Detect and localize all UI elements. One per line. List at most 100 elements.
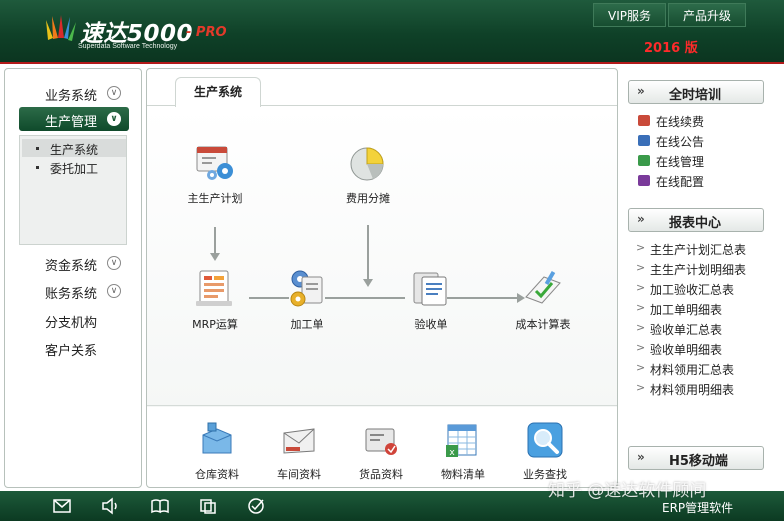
quick-business-search[interactable]: 业务查找 [505,421,585,482]
brand-pro: - PRO [186,25,227,40]
quick-label: 货品资料 [359,468,403,481]
chevron-circle-down-icon: ∨ [107,256,121,270]
quick-goods-data[interactable]: 货品资料 [341,421,421,482]
version-year: 2016 版 [644,41,698,56]
cost-report-icon [525,270,561,304]
bullet-icon [36,166,39,169]
chevron-circle-down-icon: ∨ [107,112,121,126]
report-link-label: 主生产计划明细表 [650,263,747,277]
processing-order-icon [290,270,323,307]
flow-node-acceptance[interactable]: 验收单 [391,267,471,332]
copy-icon[interactable] [198,497,218,515]
double-chevron-right-icon: » [637,450,645,464]
main-panel: 生产系统 主生产计划 费用分摊 MRP运算 加工单 验收单 成本计算表 仓库资料… [146,68,618,488]
watermark: 知乎 @速达软件顾问 [548,481,707,501]
sidebar: 业务系统 ∨ 生产管理 ∨ 生产系统 委托加工 资金系统 ∨ 账务系统 ∨ 分支… [4,68,142,488]
mail-icon[interactable] [52,497,72,515]
mrp-calc-icon [196,270,232,306]
report-link-label: 加工单明细表 [650,303,723,317]
master-plan-icon [196,146,233,180]
report-link-label: 加工验收汇总表 [650,283,735,297]
report-link-label: 验收单明细表 [650,343,723,357]
submenu-item-outsourcing[interactable]: 委托加工 [22,158,126,176]
warehouse-box-icon [202,422,232,454]
chevron-circle-down-icon: ∨ [107,284,121,298]
sidebar-item-accounting[interactable]: 账务系统 ∨ [5,280,135,302]
chevron-right-icon: > [636,321,646,334]
bullet-icon [36,147,39,150]
sidebar-item-production[interactable]: 生产管理 ∨ [19,107,129,131]
book-icon [638,155,650,166]
sidebar-item-label: 账务系统 [45,287,98,302]
reports-title: 报表中心 [669,216,722,231]
pie-chart-icon [350,147,384,181]
section-divider [147,405,617,406]
book-icon[interactable] [150,497,170,515]
check-circle-icon[interactable] [246,497,266,515]
quick-workshop-data[interactable]: 车间资料 [259,421,339,482]
chevron-circle-down-icon: ∨ [107,86,121,100]
chevron-right-icon: > [636,281,646,294]
chevron-right-icon: > [636,301,646,314]
flow-node-cost-allocation[interactable]: 费用分摊 [328,141,408,206]
vip-service-button[interactable]: VIP服务 [592,3,666,27]
flow-node-processing-order[interactable]: 加工单 [267,267,347,332]
flow-node-label: 加工单 [290,318,324,331]
speaker-icon[interactable] [100,497,120,515]
quick-warehouse-data[interactable]: 仓库资料 [177,421,257,482]
flow-node-cost-report[interactable]: 成本计算表 [503,267,583,332]
acceptance-doc-icon [413,272,447,306]
book-icon [638,175,650,186]
chevron-right-icon: > [636,261,646,274]
arrow-down-icon [210,253,220,261]
chevron-right-icon: > [636,341,646,354]
spreadsheet-icon: x [446,424,477,458]
double-chevron-right-icon: » [637,212,645,226]
flow-node-label: 验收单 [414,318,448,331]
brand-logo: 速达5000 - PRO Superdata Software Technolo… [44,12,234,56]
chevron-right-icon: > [636,361,646,374]
flow-node-mrp[interactable]: MRP运算 [175,267,255,332]
report-link-label: 主生产计划汇总表 [650,243,747,257]
sidebar-item-label: 资金系统 [45,259,98,274]
sidebar-item-funds[interactable]: 资金系统 ∨ [5,252,135,274]
book-icon [638,115,650,126]
report-link-label: 材料领用明细表 [650,383,735,397]
flow-node-master-plan[interactable]: 主生产计划 [175,141,255,206]
submenu-item-production-system[interactable]: 生产系统 [22,139,126,157]
training-item-label: 在线公告 [656,135,705,149]
quick-label: 物料清单 [441,468,485,481]
product-upgrade-button[interactable]: 产品升级 [667,3,746,27]
envelope-icon [283,428,315,454]
app-header: 速达5000 - PRO Superdata Software Technolo… [0,0,784,64]
sidebar-item-label: 分支机构 [45,316,98,331]
training-item-label: 在线配置 [656,175,705,189]
reports-header[interactable]: » 报表中心 [628,208,764,232]
training-header[interactable]: » 全时培训 [628,80,764,104]
flow-node-label: 费用分摊 [346,192,390,205]
tab-production-system[interactable]: 生产系统 [175,77,261,107]
training-item-label: 在线管理 [656,155,705,169]
double-chevron-right-icon: » [637,84,645,98]
svg-text:x: x [449,448,455,458]
training-item-label: 在线续费 [656,115,705,129]
quick-label: 仓库资料 [195,468,239,481]
goods-card-icon [365,428,397,455]
report-link-label: 验收单汇总表 [650,323,723,337]
process-flow: 主生产计划 费用分摊 MRP运算 加工单 验收单 成本计算表 [147,107,617,407]
footer-product-name: ERP管理软件 [662,501,734,515]
training-title: 全时培训 [669,88,722,103]
connector-line [367,225,369,281]
sidebar-item-crm[interactable]: 客户关系 [5,337,135,359]
sidebar-item-business[interactable]: 业务系统 ∨ [5,82,135,104]
submenu: 生产系统 委托加工 [19,135,127,245]
quick-label: 车间资料 [277,468,321,481]
mobile-header[interactable]: » H5移动端 [628,446,764,470]
flow-node-label: 成本计算表 [515,318,571,331]
sidebar-item-branches[interactable]: 分支机构 [5,309,135,331]
mobile-title: H5移动端 [669,454,728,469]
sidebar-item-label: 客户关系 [45,344,98,359]
quick-bill-of-materials[interactable]: x 物料清单 [423,421,503,482]
right-panel: » 全时培训 在线续费 在线公告 在线管理 在线配置 » 报表中心 > 主生产计… [620,68,780,488]
report-link-label: 材料领用汇总表 [650,363,735,377]
